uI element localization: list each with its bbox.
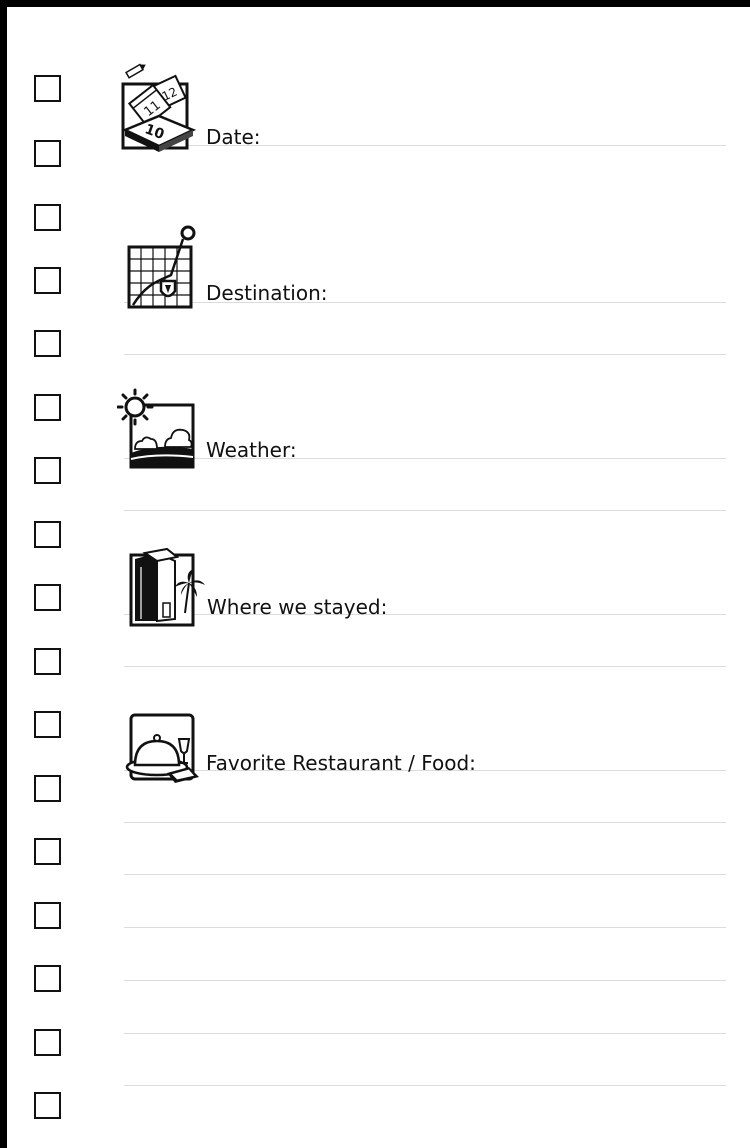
notes-line-6[interactable] xyxy=(124,1085,726,1086)
notes-line-4[interactable] xyxy=(124,980,726,981)
checkbox-13[interactable] xyxy=(34,838,61,865)
checkbox-14[interactable] xyxy=(34,902,61,929)
checkbox-5[interactable] xyxy=(34,330,61,357)
checkbox-8[interactable] xyxy=(34,521,61,548)
calendar-icon: 12 11 10 xyxy=(115,60,197,152)
destination-line-2[interactable] xyxy=(124,354,726,355)
dining-cloche-icon xyxy=(123,711,201,789)
sun-clouds-icon xyxy=(117,387,197,471)
checkbox-7[interactable] xyxy=(34,457,61,484)
where-we-stayed-label: Where we stayed: xyxy=(207,595,388,619)
checkbox-15[interactable] xyxy=(34,965,61,992)
notes-line-5[interactable] xyxy=(124,1033,726,1034)
checkbox-3[interactable] xyxy=(34,204,61,231)
checkbox-16[interactable] xyxy=(34,1029,61,1056)
journal-page: 12 11 10 Date: Destination: Weather: Whe… xyxy=(0,0,750,1148)
checkbox-4[interactable] xyxy=(34,267,61,294)
favorite-restaurant-label: Favorite Restaurant / Food: xyxy=(206,751,476,775)
weather-line-2[interactable] xyxy=(124,510,726,511)
notes-line-2[interactable] xyxy=(124,874,726,875)
checkbox-2[interactable] xyxy=(34,140,61,167)
checkbox-6[interactable] xyxy=(34,394,61,421)
checkbox-17[interactable] xyxy=(34,1092,61,1119)
checkbox-1[interactable] xyxy=(34,75,61,102)
notes-line-1[interactable] xyxy=(124,822,726,823)
hotel-palm-icon xyxy=(127,547,209,629)
weather-label: Weather: xyxy=(206,438,297,462)
checkbox-11[interactable] xyxy=(34,711,61,738)
where-we-stayed-line-2[interactable] xyxy=(124,666,726,667)
checkbox-9[interactable] xyxy=(34,584,61,611)
destination-label: Destination: xyxy=(206,281,328,305)
map-pin-icon xyxy=(125,223,197,311)
notes-line-3[interactable] xyxy=(124,927,726,928)
checkbox-12[interactable] xyxy=(34,775,61,802)
date-label: Date: xyxy=(206,125,261,149)
checkbox-10[interactable] xyxy=(34,648,61,675)
